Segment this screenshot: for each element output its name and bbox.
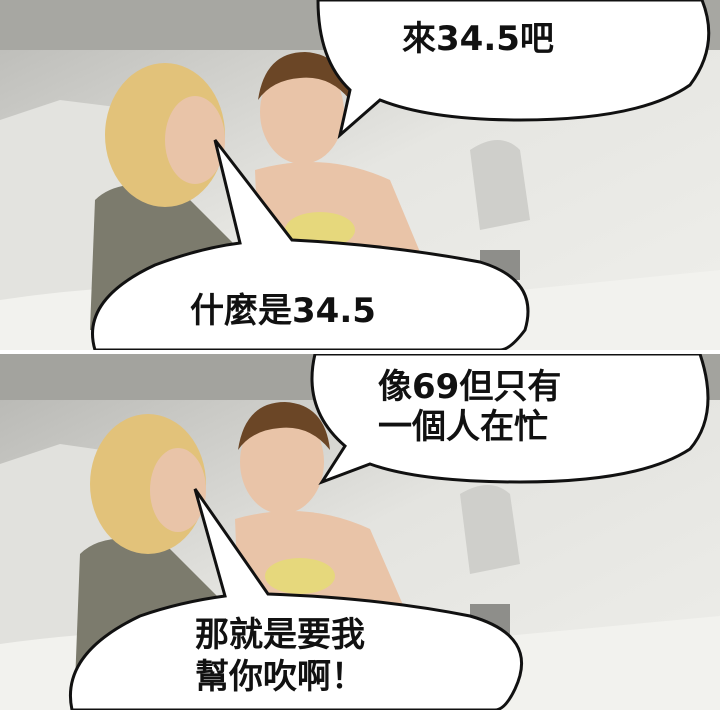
comic-strip: 來34.5吧 什麼是34.5 像69但只有 一個人在忙 那就是要我 幫你吹啊！ bbox=[0, 0, 720, 710]
bubble-text-woman-bottom-line2: 幫你吹啊！ bbox=[195, 657, 365, 697]
man-necklace-blur bbox=[265, 558, 335, 594]
bubble-text-woman-bottom-line1: 那就是要我 bbox=[195, 615, 365, 655]
woman-face bbox=[150, 448, 206, 532]
panel-bottom: 像69但只有 一個人在忙 那就是要我 幫你吹啊！ bbox=[0, 354, 720, 710]
bubble-text-man-top: 來34.5吧 bbox=[402, 19, 554, 59]
bubble-text-woman-top: 什麼是34.5 bbox=[190, 291, 376, 331]
panel-top: 來34.5吧 什麼是34.5 bbox=[0, 0, 720, 350]
bubble-text-man-bottom-line1: 像69但只有 bbox=[378, 367, 562, 407]
bubble-text-man-bottom-line2: 一個人在忙 bbox=[378, 407, 548, 447]
